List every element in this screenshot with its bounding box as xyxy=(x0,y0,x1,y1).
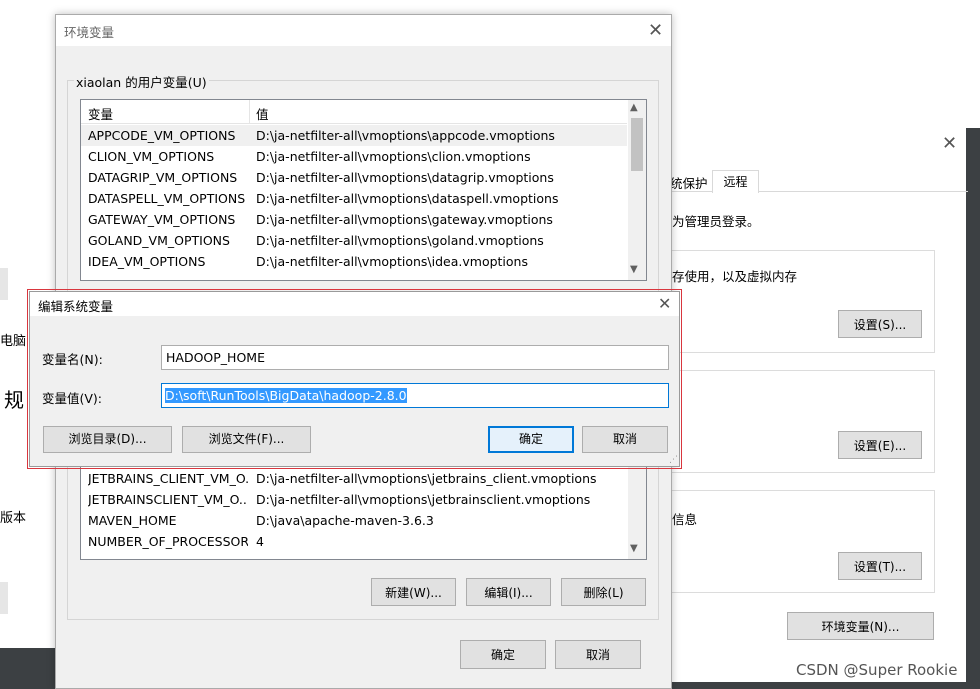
environment-variables-button[interactable]: 环境变量(N)... xyxy=(787,612,934,640)
settings-s-button[interactable]: 设置(S)... xyxy=(838,310,922,338)
resize-grip-icon[interactable]: ⋰ xyxy=(669,455,678,465)
left-text-version: 版本 xyxy=(0,511,27,526)
var-value: D:\ja-netfilter-all\vmoptions\dataspell.… xyxy=(256,191,559,206)
var-name: JETBRAINSCLIENT_VM_O... xyxy=(88,492,248,507)
left-gray-tab-1 xyxy=(0,268,8,300)
browse-file-button[interactable]: 浏览文件(F)... xyxy=(182,426,311,453)
variable-value-selected-text: D:\soft\RunTools\BigData\hadoop-2.8.0 xyxy=(165,388,407,403)
left-text-computer: 电脑 xyxy=(0,334,27,349)
new-button[interactable]: 新建(W)... xyxy=(371,578,456,606)
edit-dialog-titlebar xyxy=(30,292,679,316)
var-name: CLION_VM_OPTIONS xyxy=(88,149,215,164)
var-value: D:\java\apache-maven-3.6.3 xyxy=(256,513,434,528)
user-vars-group-label: xiaolan 的用户变量(U) xyxy=(74,72,209,91)
var-value: D:\ja-netfilter-all\vmoptions\idea.vmopt… xyxy=(256,254,528,269)
var-value: D:\ja-netfilter-all\vmoptions\jetbrains_… xyxy=(256,471,597,486)
left-gray-tab-2 xyxy=(0,582,8,614)
browse-directory-button[interactable]: 浏览目录(D)... xyxy=(43,426,172,453)
var-value: 4 xyxy=(256,534,264,549)
column-divider xyxy=(249,100,250,124)
var-name: APPCODE_VM_OPTIONS xyxy=(88,128,236,143)
var-value: D:\ja-netfilter-all\vmoptions\goland.vmo… xyxy=(256,233,544,248)
startup-note: 信息 xyxy=(672,512,698,527)
left-text-rule: 规 xyxy=(4,388,24,412)
env-cancel-button[interactable]: 取消 xyxy=(555,640,641,669)
var-name: NUMBER_OF_PROCESSORS xyxy=(88,534,248,549)
column-header-value[interactable]: 值 xyxy=(256,104,269,123)
edit-ok-button[interactable]: 确定 xyxy=(488,426,574,453)
var-value: D:\ja-netfilter-all\vmoptions\datagrip.v… xyxy=(256,170,554,185)
variable-name-value: HADOOP_HOME xyxy=(166,350,265,365)
edit-dialog-title: 编辑系统变量 xyxy=(38,299,114,314)
var-name: GATEWAY_VM_OPTIONS xyxy=(88,212,236,227)
var-value: D:\ja-netfilter-all\vmoptions\jetbrainsc… xyxy=(256,492,591,507)
tab-remote-label: 远程 xyxy=(723,175,748,189)
variable-value-label: 变量值(V): xyxy=(42,391,103,406)
var-name: GOLAND_VM_OPTIONS xyxy=(88,233,230,248)
var-value: D:\ja-netfilter-all\vmoptions\appcode.vm… xyxy=(256,128,555,143)
env-ok-button[interactable]: 确定 xyxy=(460,640,546,669)
env-dialog-close-icon[interactable]: ✕ xyxy=(648,22,663,40)
variable-name-input[interactable]: HADOOP_HOME xyxy=(161,345,669,370)
tab-system-protection[interactable]: 统保护 xyxy=(670,173,708,192)
system-window-close-icon[interactable]: ✕ xyxy=(942,135,957,153)
var-value: D:\ja-netfilter-all\vmoptions\clion.vmop… xyxy=(256,149,531,164)
var-name: DATASPELL_VM_OPTIONS xyxy=(88,191,246,206)
right-dark-edge xyxy=(966,128,980,689)
watermark: CSDN @Super Rookie xyxy=(796,661,958,679)
bottom-right-dark xyxy=(660,682,966,689)
env-dialog-title: 环境变量 xyxy=(64,25,115,40)
settings-e-button[interactable]: 设置(E)... xyxy=(838,431,922,459)
edit-cancel-button[interactable]: 取消 xyxy=(582,426,668,453)
admin-note: 为管理员登录。 xyxy=(672,214,760,229)
scroll-up-icon[interactable]: ▲ xyxy=(630,102,638,113)
var-name: IDEA_VM_OPTIONS xyxy=(88,254,206,269)
var-name: JETBRAINS_CLIENT_VM_O... xyxy=(88,471,248,486)
var-value: D:\ja-netfilter-all\vmoptions\gateway.vm… xyxy=(256,212,553,227)
edit-button[interactable]: 编辑(I)... xyxy=(466,578,551,606)
tab-remote[interactable]: 远程 xyxy=(712,170,759,193)
scroll-down-icon[interactable]: ▼ xyxy=(630,543,638,554)
scroll-thumb[interactable] xyxy=(631,118,643,171)
delete-button[interactable]: 删除(L) xyxy=(561,578,646,606)
var-name: MAVEN_HOME xyxy=(88,513,177,528)
variable-value-input[interactable]: D:\soft\RunTools\BigData\hadoop-2.8.0 xyxy=(161,383,669,408)
list-header xyxy=(81,100,627,124)
settings-t-button[interactable]: 设置(T)... xyxy=(838,552,922,580)
var-name: DATAGRIP_VM_OPTIONS xyxy=(88,170,238,185)
scroll-down-icon[interactable]: ▼ xyxy=(630,264,638,275)
performance-note: 存使用，以及虚拟内存 xyxy=(672,269,798,284)
edit-dialog-close-icon[interactable]: ✕ xyxy=(658,295,671,313)
column-header-name[interactable]: 变量 xyxy=(88,104,113,123)
variable-name-label: 变量名(N): xyxy=(42,352,103,367)
bottom-dark-bar xyxy=(0,648,60,689)
env-dialog-titlebar xyxy=(56,15,671,46)
